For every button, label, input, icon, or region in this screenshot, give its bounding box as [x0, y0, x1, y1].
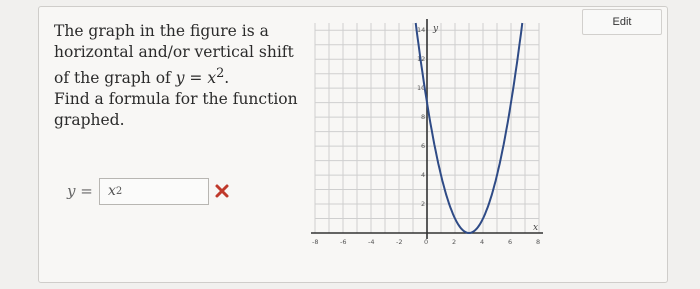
incorrect-x-icon [215, 184, 229, 198]
y-tick-label: 4 [421, 171, 425, 179]
question-line: horizontal and/or vertical shift [54, 43, 294, 61]
question-line: The graph in the figure is a [54, 22, 269, 40]
x-tick-label: -4 [368, 238, 374, 246]
x-tick-label: 6 [508, 238, 512, 246]
x-tick-label: 0 [424, 238, 428, 246]
answer-row: y = x2 [67, 176, 230, 206]
y-tick-label: 14 [417, 26, 425, 34]
y-tick-label: 2 [421, 200, 425, 208]
question-line-text: of the graph of [54, 69, 176, 88]
answer-exponent: 2 [115, 185, 123, 197]
question-card: The graph in the figure is a horizontal … [38, 6, 668, 283]
question-punctuation: . [224, 69, 230, 88]
x-tick-label: 2 [452, 238, 456, 246]
answer-value: x [108, 183, 116, 199]
x-tick-label: 8 [536, 238, 540, 246]
x-tick-label: -6 [340, 238, 346, 246]
math-expression: y = x [175, 69, 217, 88]
y-tick-label: 6 [421, 142, 425, 150]
graph-axes [311, 19, 543, 239]
answer-label: y = [67, 182, 93, 200]
edit-button[interactable]: Edit [582, 9, 662, 35]
y-axis-label: y [432, 24, 439, 34]
question-text: The graph in the figure is a horizontal … [54, 21, 298, 131]
x-tick-label: -8 [312, 238, 318, 246]
question-line: graphed. [54, 111, 125, 130]
function-graph: -8 -6 -4 -2 0 2 4 6 82468101214 y x [311, 19, 543, 246]
question-line: Find a formula for the function [54, 90, 298, 109]
x-tick-label: 4 [480, 238, 484, 246]
x-axis-label: x [533, 223, 538, 233]
question-line: of the graph of y = x2. [54, 63, 294, 89]
x-tick-label: -2 [396, 238, 402, 246]
y-tick-label: 8 [421, 113, 425, 121]
answer-input[interactable]: x2 [99, 177, 209, 205]
